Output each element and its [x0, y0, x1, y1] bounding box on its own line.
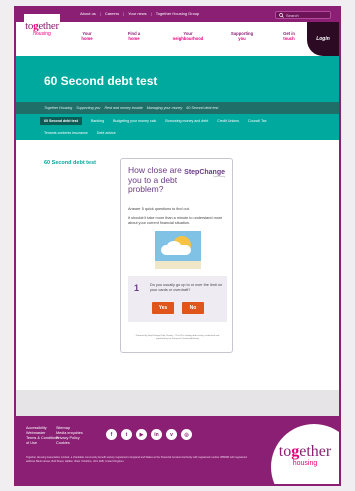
utility-link-careers[interactable]: Careers: [105, 11, 119, 16]
logo-text: to: [278, 443, 292, 460]
nav-item-label: neighbourhood: [172, 36, 204, 41]
together-logo[interactable]: together housing: [24, 14, 60, 44]
brand-text: StepChange: [184, 169, 225, 176]
instagram-icon[interactable]: ◎: [181, 429, 192, 440]
search-box[interactable]: [275, 11, 331, 19]
utility-link-about[interactable]: About us: [80, 11, 96, 16]
widget-title: How close are you to a debt problem?: [128, 165, 182, 194]
page-frame: About us | Careers | Your news | Togethe…: [14, 6, 341, 486]
answer-buttons: Yes No: [152, 302, 204, 314]
vimeo-icon[interactable]: v: [166, 429, 177, 440]
breadcrumb-item[interactable]: Supporting you: [76, 106, 100, 110]
nav-item-get-in-touch[interactable]: Get in touch: [273, 31, 305, 41]
nav-item-label: home: [128, 36, 140, 41]
nav-item-neighbourhood[interactable]: Your neighbourhood: [165, 31, 211, 41]
youtube-icon[interactable]: ▶: [136, 429, 147, 440]
footer-link-terms-cont[interactable]: of Use: [26, 441, 56, 445]
footer-link-accessibility[interactable]: Accessibility: [26, 426, 56, 430]
main-navigation: Your home Find a home Your neighbourhood Su…: [16, 22, 339, 56]
twitter-icon[interactable]: t: [121, 429, 132, 440]
login-button[interactable]: Login: [307, 22, 339, 56]
together-logo-footer[interactable]: together housing: [271, 424, 339, 484]
brand-subtitle: Debt charity: [213, 176, 225, 178]
no-button[interactable]: No: [182, 302, 204, 314]
breadcrumb-item[interactable]: Managing your money: [147, 106, 183, 110]
breadcrumb-item: 60 Second debt test: [186, 106, 219, 110]
separator: |: [150, 11, 152, 16]
logo-wordmark: together: [279, 444, 331, 460]
nav-item-label: home: [81, 36, 93, 41]
utility-link-news[interactable]: Your news: [128, 11, 147, 16]
nav-item-label: touch: [283, 36, 295, 41]
tab-debt-advice[interactable]: Debt advice: [97, 131, 116, 135]
logo-text: ether: [299, 443, 332, 460]
tab-credit-unions[interactable]: Credit Unions: [217, 119, 239, 125]
footer-link-media[interactable]: Media enquiries: [56, 431, 96, 435]
tab-contents-insurance[interactable]: Tenants contents insurance: [44, 131, 88, 135]
main-content: 60 Second debt test How close are you to…: [16, 140, 339, 390]
pre-footer-band: [16, 390, 339, 416]
section-heading: 60 Second debt test: [44, 160, 96, 166]
breadcrumb: Together Housing Supporting you Rent and…: [16, 102, 339, 114]
page-title: 60 Second debt test: [44, 74, 158, 88]
utility-bar: About us | Careers | Your news | Togethe…: [16, 8, 339, 22]
breadcrumb-item[interactable]: Together Housing: [44, 106, 72, 110]
logo-subtitle: housing: [33, 31, 51, 37]
tab-council-tax[interactable]: Council Tax: [248, 119, 267, 125]
logo-text: to: [25, 20, 34, 32]
question-panel: 1 Do you usually go up to or over the li…: [128, 276, 227, 322]
breadcrumb-item[interactable]: Rent and money trouble: [104, 106, 142, 110]
section-tabs: 60 Second debt test Banking Budgeting yo…: [16, 114, 339, 140]
ground-shape: [155, 261, 201, 269]
tab-borrowing[interactable]: Borrowing money and debt: [165, 119, 208, 125]
footer-link-webmaster[interactable]: Webmaster: [26, 431, 56, 435]
footer-links: Accessibility Sitemap Webmaster Media en…: [26, 426, 96, 445]
utility-link-group[interactable]: Together Housing Group: [156, 11, 200, 16]
facebook-icon[interactable]: f: [106, 429, 117, 440]
question-number: 1: [134, 283, 140, 293]
footer-link-cookies[interactable]: Cookies: [56, 441, 96, 445]
nav-item-label: you: [238, 36, 246, 41]
question-text: Do you usually go up to or over the limi…: [150, 283, 222, 292]
social-icons: f t ▶ in v ◎: [106, 429, 192, 440]
tab-budgeting[interactable]: Budgeting your money calc: [113, 119, 156, 125]
logo-subtitle: housing: [292, 460, 318, 467]
search-icon: [279, 12, 284, 18]
footer-link-terms[interactable]: Terms & Conditions: [26, 436, 59, 440]
separator: |: [99, 11, 101, 16]
site-footer: Accessibility Sitemap Webmaster Media en…: [16, 416, 339, 484]
hero-banner: 60 Second debt test: [16, 56, 339, 102]
footer-link-sitemap[interactable]: Sitemap: [56, 426, 96, 430]
search-input[interactable]: [286, 12, 330, 18]
utility-links: About us | Careers | Your news | Togethe…: [80, 11, 199, 16]
widget-disclaimer: Powered by StepChange Debt Charity – The…: [135, 335, 220, 340]
nav-items: Your home Find a home Your neighbourhood Su…: [71, 31, 320, 41]
nav-item-supporting-you[interactable]: Supporting you: [226, 31, 258, 41]
widget-intro: Answer 5 quick questions to find out.: [128, 207, 190, 211]
tabs-row: Tenants contents insurance Debt advice: [44, 131, 116, 135]
debt-test-widget: How close are you to a debt problem? Ste…: [120, 158, 233, 353]
nav-item-find-a-home[interactable]: Find a home: [118, 31, 150, 41]
sun-cloud-illustration: [155, 231, 201, 269]
stepchange-logo: StepChange Debt charity: [184, 169, 225, 178]
nav-item-your-home[interactable]: Your home: [71, 31, 103, 41]
legal-text: Together Housing Association Limited, a …: [26, 456, 247, 463]
separator: |: [123, 11, 125, 16]
cloud-shape: [161, 245, 191, 255]
tabs-row: 60 Second debt test Banking Budgeting yo…: [40, 117, 267, 125]
linkedin-icon[interactable]: in: [151, 429, 162, 440]
footer-link-privacy[interactable]: Privacy Policy: [56, 436, 96, 440]
yes-button[interactable]: Yes: [152, 302, 174, 314]
widget-description: It shouldn't take more than a minute to …: [128, 216, 223, 225]
tab-banking[interactable]: Banking: [91, 119, 104, 125]
tab-60-second-debt-test[interactable]: 60 Second debt test: [40, 117, 82, 125]
